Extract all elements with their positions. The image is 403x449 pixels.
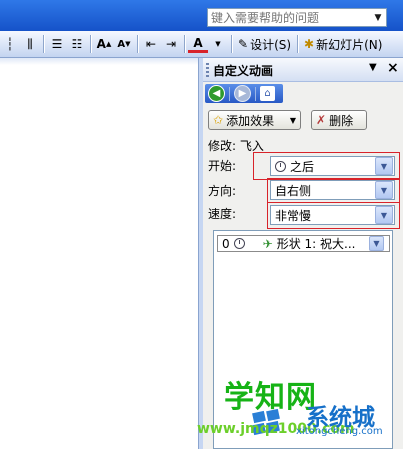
- increase-font-size-icon[interactable]: A ▲: [94, 33, 114, 55]
- help-search-input[interactable]: [208, 9, 370, 26]
- font-color-dropdown-icon[interactable]: ▼: [208, 33, 228, 55]
- pane-menu-dropdown-icon[interactable]: ▼: [369, 62, 377, 73]
- fly-in-effect-icon: ✈: [262, 236, 273, 251]
- watermark-brand-url: xitongcheng.com: [296, 426, 383, 437]
- task-pane-title: 自定义动画: [213, 64, 274, 78]
- start-select[interactable]: 之后 ▼: [270, 156, 395, 176]
- direction-select[interactable]: 自右侧 ▼: [270, 180, 395, 200]
- remove-effect-icon: ✗: [316, 113, 327, 127]
- add-effect-label: 添加效果: [226, 113, 275, 128]
- start-label: 开始:: [208, 159, 237, 173]
- nav-separator: [255, 86, 256, 101]
- chevron-down-icon[interactable]: ▼: [375, 181, 393, 199]
- speed-select[interactable]: 非常慢 ▼: [270, 205, 395, 225]
- toolbar-grip-icon: ┆: [6, 37, 14, 51]
- animation-item-text: 形状 1: 祝大...: [276, 237, 356, 251]
- help-search-box: ▼: [207, 8, 387, 27]
- design-icon: ✎: [238, 37, 249, 51]
- increase-indent-icon[interactable]: ⇥: [161, 33, 181, 55]
- slide-area-top-edge: [0, 58, 198, 65]
- speed-label: 速度:: [208, 207, 237, 221]
- home-icon[interactable]: ⌂: [260, 86, 275, 101]
- close-icon[interactable]: ×: [387, 60, 399, 76]
- distributed-align-icon[interactable]: ⫼: [20, 33, 40, 55]
- animation-order: 0: [222, 236, 230, 251]
- toolbar-separator: [43, 35, 44, 53]
- start-value: 之后: [290, 159, 315, 174]
- toolbar-separator: [231, 35, 232, 53]
- new-slide-button[interactable]: ✱ 新幻灯片(N): [301, 33, 385, 55]
- numbering-icon[interactable]: ☰: [47, 33, 67, 55]
- chevron-down-icon[interactable]: ▼: [369, 236, 384, 251]
- slide-editing-area[interactable]: [0, 58, 198, 449]
- chevron-down-icon[interactable]: ▼: [375, 157, 393, 175]
- speed-value: 非常慢: [275, 208, 312, 223]
- direction-label: 方向:: [208, 184, 237, 198]
- task-pane-navigation: ◀ ▶ ⌂: [205, 84, 283, 103]
- remove-label: 删除: [329, 113, 354, 128]
- title-strip: ▼: [0, 0, 403, 31]
- toolbar-separator: [297, 35, 299, 53]
- bullets-icon[interactable]: ☷: [67, 33, 87, 55]
- chevron-down-icon: ▼: [289, 115, 296, 125]
- design-button[interactable]: ✎ 设计(S): [235, 33, 294, 55]
- pane-grip-icon[interactable]: [206, 63, 209, 77]
- decrease-indent-icon[interactable]: ⇤: [141, 33, 161, 55]
- design-label: 设计(S): [250, 37, 292, 52]
- forward-arrow-icon[interactable]: ▶: [234, 85, 251, 102]
- add-effect-button[interactable]: ✩ 添加效果 ▼: [208, 110, 301, 130]
- clock-icon: [233, 238, 245, 249]
- new-slide-label: 新幻灯片(N): [316, 37, 383, 52]
- toolbar-separator: [137, 35, 138, 53]
- new-slide-icon: ✱: [304, 37, 315, 51]
- remove-effect-button[interactable]: ✗ 删除: [311, 110, 367, 130]
- add-effect-star-icon: ✩: [213, 113, 224, 127]
- list-item[interactable]: 0 ✈ 形状 1: 祝大... ▼: [217, 235, 390, 252]
- help-dropdown-icon[interactable]: ▼: [370, 9, 386, 26]
- formatting-toolbar: ┆ ⫼ ☰ ☷ A ▲ A ▼ ⇤ ⇥ A ▼ ✎ 设计(S) ✱ 新幻灯片(N): [0, 31, 403, 58]
- nav-separator: [229, 86, 230, 101]
- clock-icon: [275, 160, 286, 172]
- toolbar-separator: [184, 35, 185, 53]
- chevron-down-icon[interactable]: ▼: [375, 206, 393, 224]
- direction-value: 自右侧: [275, 183, 312, 198]
- font-color-icon[interactable]: A: [188, 35, 208, 53]
- decrease-font-size-icon[interactable]: A ▼: [114, 33, 134, 55]
- task-pane-header: 自定义动画 ▼ ×: [203, 58, 403, 82]
- toolbar-separator: [90, 35, 91, 53]
- back-arrow-icon[interactable]: ◀: [208, 85, 225, 102]
